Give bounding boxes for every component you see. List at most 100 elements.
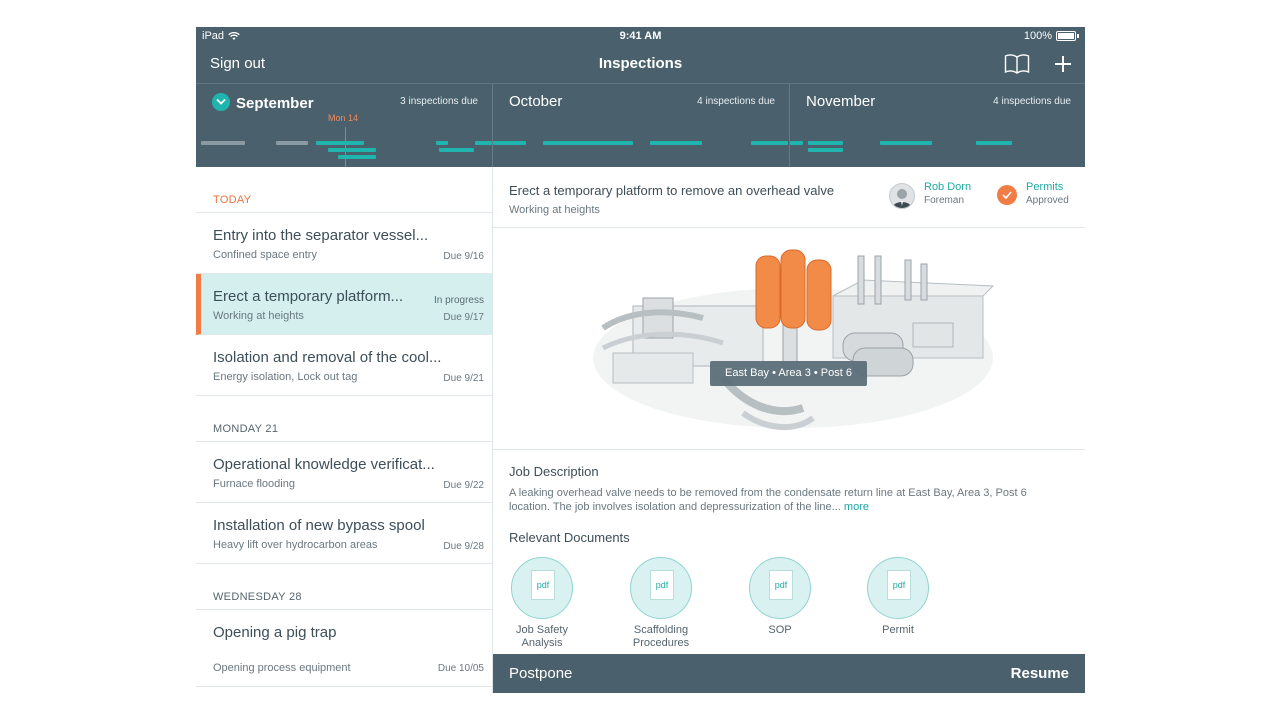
month-name: November	[806, 93, 876, 110]
timeline-bar[interactable]	[328, 148, 376, 152]
item-due: Due 9/28	[443, 541, 484, 552]
section-header: WEDNESDAY 28	[196, 564, 492, 610]
document-page: pdf	[887, 570, 911, 600]
ipad-screen: iPad 9:41 AM 100% Sign out Inspections S…	[196, 27, 1085, 693]
battery-icon	[1056, 31, 1076, 41]
relevant-documents-title: Relevant Documents	[509, 530, 630, 545]
nav-bar: Sign out Inspections	[196, 45, 1085, 84]
add-icon[interactable]	[1052, 53, 1074, 75]
timeline-bar[interactable]	[475, 141, 492, 145]
job-description-text: A leaking overhead valve needs to be rem…	[509, 486, 1039, 514]
item-due: Due 10/05	[437, 663, 484, 674]
action-bar: Postpone Resume	[493, 654, 1085, 693]
timeline-bar[interactable]	[439, 148, 474, 152]
item-title: Erect a temporary platform...	[213, 288, 404, 305]
section-label: WEDNESDAY 28	[213, 591, 302, 603]
timeline-bar[interactable]	[751, 141, 788, 145]
book-icon[interactable]	[1004, 53, 1030, 75]
assignee-name: Rob Dorn	[924, 181, 972, 193]
document-type: pdf	[892, 580, 906, 590]
inspection-detail: Erect a temporary platform to remove an …	[493, 167, 1085, 693]
today-marker-label: Mon 14	[328, 113, 359, 123]
more-link[interactable]: more	[844, 501, 869, 513]
avatar	[889, 183, 915, 209]
item-due: Due 9/21	[443, 373, 484, 384]
timeline-bar[interactable]	[650, 141, 702, 145]
permits-state: Approved	[1026, 195, 1069, 206]
page-title: Inspections	[598, 55, 683, 72]
resume-button[interactable]: Resume	[1011, 665, 1069, 682]
detail-subtitle: Working at heights	[509, 204, 600, 216]
timeline-bar[interactable]	[808, 141, 843, 145]
document-type: pdf	[536, 580, 550, 590]
item-subtitle: Heavy lift over hydrocarbon areas	[213, 539, 378, 551]
document-page: pdf	[650, 570, 674, 600]
month-due-count: 4 inspections due	[993, 96, 1071, 107]
list-item[interactable]: Installation of new bypass spool Heavy l…	[196, 503, 492, 564]
month-name: September	[236, 95, 314, 112]
item-subtitle: Opening process equipment	[213, 662, 351, 674]
timeline-bar[interactable]	[276, 141, 308, 145]
timeline-bar[interactable]	[880, 141, 932, 145]
document-job-safety-analysis[interactable]: pdf Job Safety Analysis	[497, 557, 587, 650]
refinery-image	[593, 249, 995, 431]
item-title: Isolation and removal of the cool...	[213, 349, 442, 366]
timeline-bar[interactable]	[338, 155, 376, 159]
list-item[interactable]: Opening a pig trap Opening process equip…	[196, 610, 492, 687]
document-sop[interactable]: pdf SOP	[735, 557, 825, 637]
job-description-title: Job Description	[509, 464, 599, 479]
document-label: Scaffolding Procedures	[632, 624, 690, 649]
item-subtitle: Confined space entry	[213, 249, 317, 261]
item-due: Due 9/17	[443, 312, 484, 323]
list-item-selected[interactable]: Erect a temporary platform... Working at…	[196, 274, 492, 335]
item-title: Opening a pig trap	[213, 624, 337, 641]
section-header: MONDAY 21	[196, 396, 492, 442]
document-page: pdf	[531, 570, 555, 600]
document-scaffolding-procedures[interactable]: pdf Scaffolding Procedures	[616, 557, 706, 650]
month-october[interactable]: October 4 inspections due	[493, 84, 790, 167]
pdf-icon: pdf	[630, 557, 692, 619]
checkmark-icon	[212, 93, 230, 111]
inspection-list: TODAY Entry into the separator vessel...…	[196, 167, 493, 693]
plant-illustration[interactable]: East Bay • Area 3 • Post 6	[493, 228, 1085, 450]
timeline-bar[interactable]	[808, 148, 843, 152]
item-subtitle: Working at heights	[213, 310, 304, 322]
header-area: iPad 9:41 AM 100% Sign out Inspections S…	[196, 27, 1085, 167]
timeline-bar[interactable]	[201, 141, 245, 145]
item-due: Due 9/22	[443, 480, 484, 491]
status-bar: iPad 9:41 AM 100%	[196, 27, 1085, 45]
sign-out-button[interactable]: Sign out	[210, 55, 265, 72]
timeline-bar[interactable]	[316, 141, 364, 145]
month-september[interactable]: September 3 inspections due Mon 14	[196, 84, 493, 167]
timeline-bar[interactable]	[976, 141, 1012, 145]
list-item[interactable]: Entry into the separator vessel... Confi…	[196, 213, 492, 274]
pdf-icon: pdf	[867, 557, 929, 619]
location-tag: East Bay • Area 3 • Post 6	[710, 361, 867, 386]
pdf-icon: pdf	[749, 557, 811, 619]
timeline-bar[interactable]	[543, 141, 633, 145]
list-item[interactable]: Operational knowledge verificat... Furna…	[196, 442, 492, 503]
item-title: Entry into the separator vessel...	[213, 227, 429, 244]
pdf-icon: pdf	[511, 557, 573, 619]
item-due: Due 9/16	[443, 251, 484, 262]
document-permit[interactable]: pdf Permit	[853, 557, 943, 637]
item-title: Installation of new bypass spool	[213, 517, 425, 534]
timeline-bar[interactable]	[790, 141, 803, 145]
item-status: In progress	[433, 295, 484, 306]
detail-title: Erect a temporary platform to remove an …	[509, 183, 835, 198]
month-november[interactable]: November 4 inspections due	[790, 84, 1085, 167]
assignee-role: Foreman	[924, 195, 965, 206]
month-label: September	[212, 93, 314, 112]
month-name: October	[509, 93, 563, 110]
battery-nub	[1077, 34, 1079, 38]
detail-header: Erect a temporary platform to remove an …	[493, 167, 1085, 228]
document-type: pdf	[774, 580, 788, 590]
battery-percent: 100%	[1023, 30, 1052, 42]
timeline-bar[interactable]	[436, 141, 448, 145]
timeline-bar[interactable]	[493, 141, 526, 145]
postpone-button[interactable]: Postpone	[509, 665, 572, 682]
today-marker-line	[345, 127, 346, 167]
list-item[interactable]: Isolation and removal of the cool... Ene…	[196, 335, 492, 396]
section-header: TODAY	[196, 167, 492, 213]
document-type: pdf	[655, 580, 669, 590]
